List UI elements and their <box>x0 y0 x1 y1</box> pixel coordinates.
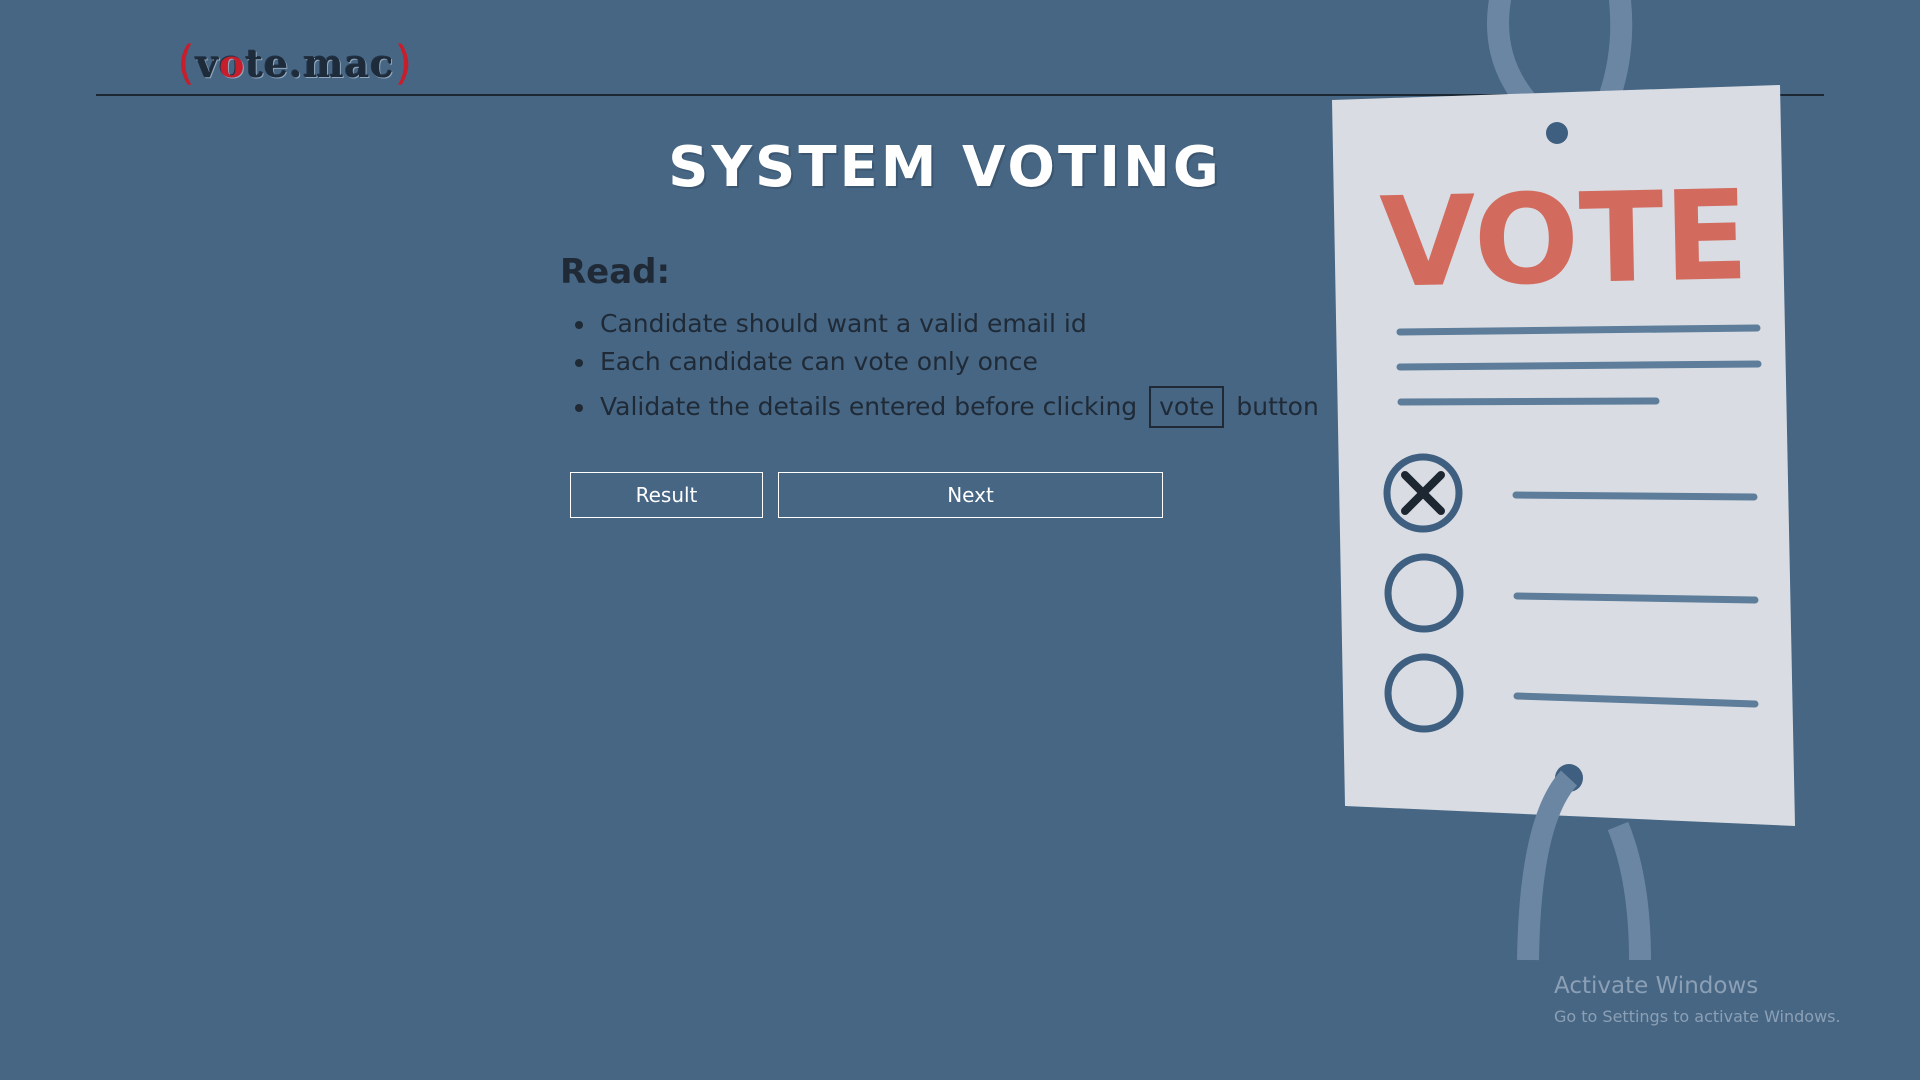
page-title: SYSTEM VOTING <box>668 135 1222 200</box>
logo-text-rest: te.mac <box>245 40 395 86</box>
rule-text: Validate the details entered before clic… <box>600 392 1138 421</box>
activate-windows-watermark: Activate Windows Go to Settings to activ… <box>1554 973 1841 1026</box>
app-logo[interactable]: ( v o te.mac ) <box>177 36 414 90</box>
read-heading: Read: <box>560 252 671 292</box>
ballot-line <box>1396 324 1761 336</box>
vote-ballot-illustration: VOTE <box>1332 0 1795 961</box>
rules-list: Candidate should want a valid email id E… <box>560 305 1319 429</box>
ballot-line <box>1513 592 1759 604</box>
rule-item: Each candidate can vote only once <box>560 343 1319 381</box>
top-hook-right <box>1599 0 1633 106</box>
logo-close-paren: ) <box>394 36 414 90</box>
ballot-line <box>1397 397 1660 406</box>
ballot-line <box>1512 491 1758 501</box>
next-button[interactable]: Next <box>778 472 1163 518</box>
watermark-subtitle: Go to Settings to activate Windows. <box>1554 1007 1841 1026</box>
logo-text-v: v <box>195 40 220 86</box>
logo-open-paren: ( <box>177 36 196 90</box>
bottom-hook-right <box>1607 821 1651 961</box>
top-hole <box>1546 122 1568 144</box>
watermark-title: Activate Windows <box>1554 973 1759 999</box>
rule-item: Validate the details entered before clic… <box>560 385 1319 429</box>
rule-text: button <box>1236 392 1319 421</box>
logo-text-o: o <box>219 40 246 86</box>
ballot-line <box>1396 360 1762 371</box>
result-button[interactable]: Result <box>570 472 763 518</box>
ballot-vote-text: VOTE <box>1379 164 1750 316</box>
rule-item: Candidate should want a valid email id <box>560 305 1319 343</box>
vote-chip: vote <box>1149 386 1225 428</box>
